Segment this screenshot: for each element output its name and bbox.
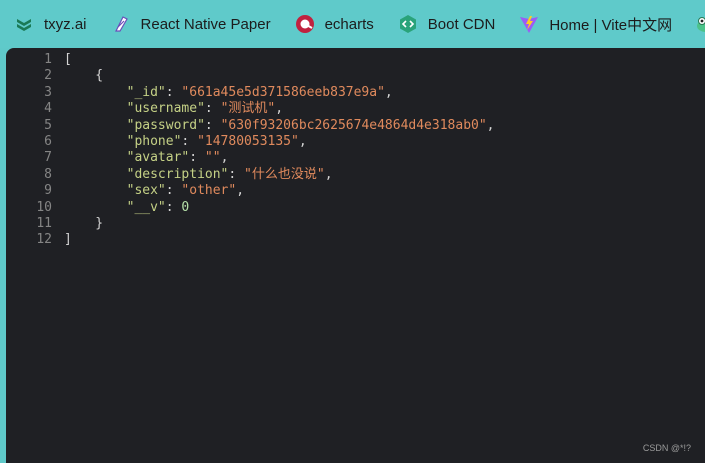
code-content[interactable]: [ { "_id": "661a45e5d371586eeb837e9a", "…: [64, 52, 705, 249]
code-line: "_id": "661a45e5d371586eeb837e9a",: [126, 84, 393, 100]
json-value: "测试机": [220, 101, 276, 117]
json-value: "661a45e5d371586eeb837e9a": [181, 84, 385, 100]
bookmark-label: Boot CDN: [427, 15, 496, 33]
vite-logo-icon: [519, 14, 539, 34]
bookmarks-bar: txyz.ai React Native Paper echarts Boot …: [0, 0, 705, 48]
bookmark-bootcdn[interactable]: Boot CDN: [384, 8, 502, 40]
code-line: ]: [64, 232, 705, 248]
line-number: 3: [44, 84, 52, 100]
code-line: "__v": 0: [126, 199, 190, 215]
line-number-gutter: 1 2 3 4 5 6 7 8 9 10 11 12: [6, 52, 58, 249]
bookmark-react-native-paper[interactable]: React Native Paper: [97, 8, 277, 40]
echarts-logo-icon: [295, 14, 315, 34]
line-number: 7: [44, 150, 52, 166]
json-key: "__v": [126, 199, 166, 215]
line-number: 12: [36, 232, 52, 248]
bookmark-vite[interactable]: Home | Vite中文网: [505, 8, 678, 40]
json-value: 0: [181, 199, 190, 215]
open-brace: {: [64, 68, 104, 84]
bookmark-txyz[interactable]: txyz.ai: [0, 8, 93, 40]
code-editor[interactable]: 1 2 3 4 5 6 7 8 9 10 11 12 [ { "_id": "6…: [6, 48, 705, 463]
line-number: 4: [44, 101, 52, 117]
bookmark-echarts[interactable]: echarts: [281, 8, 380, 40]
json-key: "sex": [126, 183, 166, 199]
code-line: "description": "什么也没说",: [126, 166, 333, 182]
line-number: 6: [44, 133, 52, 149]
line-number: 10: [36, 199, 52, 215]
bookmark-label: React Native Paper: [140, 15, 271, 33]
code-line: "password": "630f93206bc2625674e4864d4e3…: [126, 117, 495, 133]
json-key: "avatar": [126, 150, 190, 166]
code-line: "avatar": "",: [126, 150, 229, 166]
json-value: "什么也没说": [244, 166, 325, 182]
bookmark-frog[interactable]: [682, 8, 705, 40]
json-value: "": [204, 150, 221, 166]
line-number: 8: [44, 166, 52, 182]
code-line: "sex": "other",: [126, 183, 245, 199]
code-line: "username": "测试机",: [126, 101, 284, 117]
watermark: CSDN @*!?: [642, 443, 691, 453]
json-key: "_id": [126, 84, 166, 100]
code-line: {: [64, 68, 705, 84]
txyz-logo-icon: [14, 14, 34, 34]
json-key: "description": [126, 166, 229, 182]
frog-logo-icon: [696, 14, 705, 34]
close-brace: }: [64, 215, 104, 231]
line-number: 1: [44, 52, 52, 67]
json-key: "password": [126, 117, 205, 133]
code-line: }: [64, 216, 705, 232]
json-key: "phone": [126, 133, 182, 149]
line-number: 5: [44, 117, 52, 133]
bookmark-label: echarts: [324, 15, 374, 33]
json-value: "other": [181, 183, 237, 199]
bookmark-label: Home | Vite中文网: [549, 16, 673, 34]
line-number: 2: [44, 68, 52, 84]
code-line: [: [64, 52, 705, 68]
code-line: "phone": "14780053135",: [126, 133, 307, 149]
line-number: 9: [44, 183, 52, 199]
line-number: 11: [36, 215, 52, 231]
json-value: "630f93206bc2625674e4864d4e318ab0": [220, 117, 487, 133]
open-bracket: [: [64, 52, 72, 67]
react-native-paper-logo-icon: [111, 14, 131, 34]
json-key: "username": [126, 101, 205, 117]
json-value: "14780053135": [197, 133, 299, 149]
bookmark-label: txyz.ai: [44, 15, 87, 33]
close-bracket: ]: [64, 232, 72, 248]
bootcdn-logo-icon: [398, 14, 418, 34]
